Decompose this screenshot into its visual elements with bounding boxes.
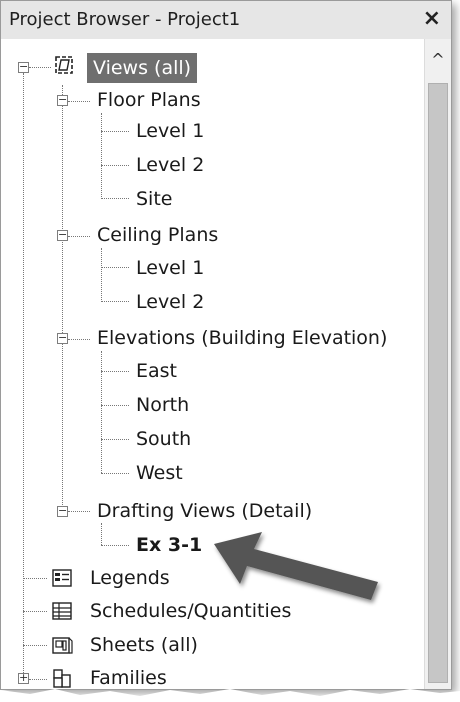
- collapse-toggle-drafting-views[interactable]: −: [57, 505, 68, 517]
- collapse-toggle-floor-plans[interactable]: −: [57, 94, 68, 106]
- tree-node-ceiling-level-2[interactable]: Level 2: [136, 289, 204, 317]
- sheet-icon: [51, 634, 73, 656]
- tree-connector: [23, 578, 47, 579]
- tree-node-floor-level-2[interactable]: Level 2: [136, 152, 204, 180]
- tree-node-floor-site[interactable]: Site: [136, 186, 172, 214]
- tree-connector: [101, 131, 129, 132]
- tree-connector: [101, 198, 129, 199]
- tree-connector: [23, 645, 47, 646]
- tree-connector: [23, 611, 47, 612]
- scroll-thumb[interactable]: [428, 83, 448, 683]
- tree-node-elevation-east[interactable]: East: [136, 358, 177, 386]
- tree-node-ex-3-1[interactable]: Ex 3-1: [136, 532, 202, 560]
- close-icon[interactable]: ×: [423, 6, 441, 31]
- tree-connector: [101, 405, 129, 406]
- tree-connector: [68, 511, 90, 512]
- tree-connector: [101, 165, 129, 166]
- tree-connector: [68, 339, 90, 340]
- tree-node-views-all[interactable]: Views (all): [87, 53, 198, 83]
- tree-node-elevation-west[interactable]: West: [136, 460, 183, 488]
- legend-icon: [51, 567, 73, 589]
- tree-connector: [101, 267, 129, 268]
- tree-connector: [101, 248, 102, 302]
- tree-connector: [101, 113, 102, 197]
- tree-node-schedules[interactable]: Schedules/Quantities: [90, 598, 291, 626]
- schedule-icon: [51, 600, 73, 622]
- tree-connector: [101, 473, 129, 474]
- tree-node-floor-level-1[interactable]: Level 1: [136, 118, 204, 146]
- tree-node-drafting-views[interactable]: Drafting Views (Detail): [97, 498, 312, 526]
- tree-connector: [68, 236, 90, 237]
- tree-connector: [29, 67, 51, 68]
- window-title: Project Browser - Project1: [9, 9, 241, 30]
- tree-view[interactable]: [1, 39, 425, 689]
- tree-connector: [23, 73, 24, 683]
- tree-node-ceiling-plans[interactable]: Ceiling Plans: [97, 222, 218, 250]
- collapse-toggle-views[interactable]: −: [18, 61, 29, 73]
- tree-node-sheets[interactable]: Sheets (all): [90, 632, 198, 660]
- tree-node-elevation-north[interactable]: North: [136, 392, 189, 420]
- title-bar[interactable]: Project Browser - Project1 ×: [1, 1, 451, 40]
- tree-connector: [62, 85, 63, 511]
- tree-node-elevation-south[interactable]: South: [136, 426, 191, 454]
- tree-connector: [101, 371, 129, 372]
- tree-connector: [101, 523, 102, 545]
- collapse-toggle-elevations[interactable]: −: [57, 332, 68, 344]
- tree-connector: [101, 351, 102, 473]
- tree-connector: [101, 301, 129, 302]
- torn-edge-decoration: [0, 689, 460, 702]
- tree-node-floor-plans[interactable]: Floor Plans: [97, 87, 201, 115]
- tree-connector: [101, 439, 129, 440]
- collapse-toggle-ceiling-plans[interactable]: −: [57, 229, 68, 241]
- tree-node-ceiling-level-1[interactable]: Level 1: [136, 255, 204, 283]
- scroll-up-icon[interactable]: ^: [425, 47, 451, 73]
- tree-node-legends[interactable]: Legends: [90, 565, 170, 593]
- views-icon: [53, 54, 75, 76]
- tree-connector: [101, 545, 129, 546]
- tree-connector: [68, 101, 90, 102]
- project-browser-panel: Project Browser - Project1 × ^ − Views (…: [0, 0, 452, 690]
- vertical-scrollbar[interactable]: ^: [424, 39, 451, 689]
- tree-node-elevations[interactable]: Elevations (Building Elevation): [97, 325, 387, 353]
